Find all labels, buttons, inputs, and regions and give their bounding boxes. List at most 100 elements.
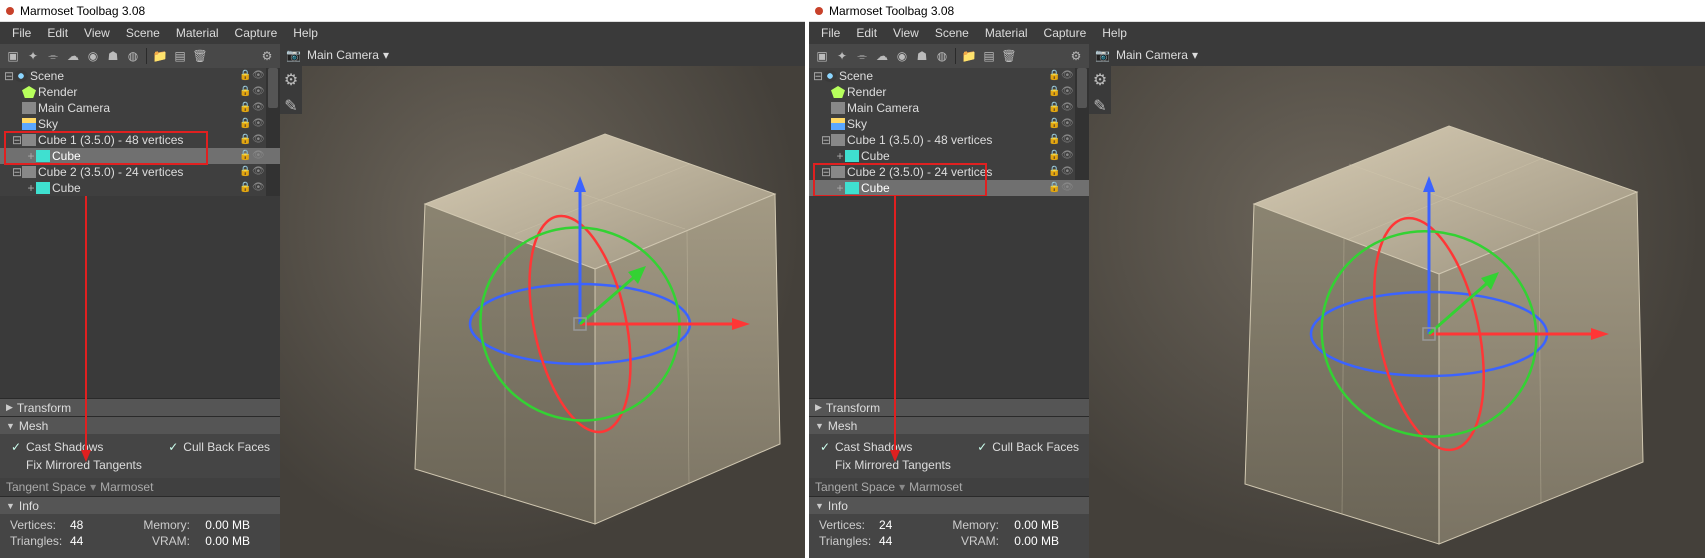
section-transform[interactable]: ▶Transform (809, 398, 1089, 416)
shadow-icon[interactable]: ☗ (913, 47, 931, 65)
node-main-camera[interactable]: Main Camera🔒👁 (809, 100, 1089, 116)
cube-icon[interactable]: ▣ (4, 47, 22, 65)
viewport-camera-icon[interactable]: 📷 (286, 48, 301, 62)
menu-material[interactable]: Material (977, 24, 1036, 42)
menu-capture[interactable]: Capture (1036, 24, 1095, 42)
viewport[interactable]: 📷 Main Camera▾ ⚙ ✎ (1089, 44, 1705, 558)
viewport-header: 📷 Main Camera▾ (1089, 44, 1705, 66)
app-icon (6, 7, 14, 15)
node-main-camera[interactable]: Main Camera🔒👁 (0, 100, 280, 116)
brush-icon[interactable]: ✎ (284, 96, 297, 116)
camera-icon[interactable]: ⌯ (44, 47, 62, 65)
material-icon[interactable]: ◍ (124, 47, 142, 65)
folder-icon[interactable]: 📁 (151, 47, 169, 65)
light-icon[interactable]: ✦ (24, 47, 42, 65)
trash-icon[interactable]: 🗑 (191, 47, 209, 65)
side-panel: ▣ ✦ ⌯ ☁ ◉ ☗ ◍ 📁 ▤ 🗑 ⚙ ⊟Scene🔒👁 Render🔒👁 … (809, 44, 1089, 558)
chk-fix-mirrored[interactable]: Fix Mirrored Tangents (819, 456, 1079, 474)
section-mesh[interactable]: ▼Mesh (809, 416, 1089, 434)
trash-icon[interactable]: 🗑 (1000, 47, 1018, 65)
node-render[interactable]: Render🔒👁 (809, 84, 1089, 100)
folder-icon[interactable]: 📁 (960, 47, 978, 65)
titlebar: Marmoset Toolbag 3.08 (809, 0, 1705, 22)
properties-panel: ▶Transform ▼Mesh ✓Cast Shadows✓Cull Back… (0, 398, 280, 558)
turntable-icon[interactable]: ◉ (84, 47, 102, 65)
info-grid: Vertices:48 Memory:0.00 MB Triangles:44 … (0, 514, 280, 558)
transform-gizmo[interactable] (460, 164, 760, 504)
brush-icon[interactable]: ✎ (1093, 96, 1106, 116)
node-sky[interactable]: Sky🔒👁 (809, 116, 1089, 132)
node-cube1[interactable]: ⊟Cube 1 (3.5.0) - 48 vertices🔒👁 (0, 132, 280, 148)
node-cube2-child[interactable]: +Cube🔒👁 (809, 180, 1089, 196)
gear-icon[interactable]: ⚙ (284, 70, 298, 90)
material-icon[interactable]: ◍ (933, 47, 951, 65)
scene-hierarchy[interactable]: ⊟Scene🔒👁 Render🔒👁 Main Camera🔒👁 Sky🔒👁 ⊟C… (809, 68, 1089, 196)
section-transform[interactable]: ▶Transform (0, 398, 280, 416)
menu-edit[interactable]: Edit (39, 24, 76, 42)
menu-help[interactable]: Help (285, 24, 326, 42)
tangent-space-row[interactable]: Tangent Space▾Marmoset (809, 478, 1089, 496)
info-vertices: 48 (70, 518, 110, 532)
app-icon (815, 7, 823, 15)
save-icon[interactable]: ▤ (980, 47, 998, 65)
toolbar-separator (955, 48, 956, 64)
menu-view[interactable]: View (76, 24, 118, 42)
app-window-left: Marmoset Toolbag 3.08 File Edit View Sce… (0, 0, 805, 558)
viewport-camera-dropdown[interactable]: Main Camera▾ (1116, 48, 1198, 62)
transform-gizmo[interactable] (1299, 164, 1619, 524)
gear-icon[interactable]: ⚙ (1067, 47, 1085, 65)
app-title: Marmoset Toolbag 3.08 (829, 4, 954, 18)
menu-file[interactable]: File (4, 24, 39, 42)
node-cube1-child[interactable]: +Cube🔒👁 (809, 148, 1089, 164)
menu-capture[interactable]: Capture (227, 24, 286, 42)
viewport-camera-dropdown[interactable]: Main Camera▾ (307, 48, 389, 62)
node-cube1[interactable]: ⊟Cube 1 (3.5.0) - 48 vertices🔒👁 (809, 132, 1089, 148)
chk-cast-shadows[interactable]: ✓Cast Shadows✓Cull Back Faces (819, 438, 1079, 456)
menu-scene[interactable]: Scene (927, 24, 977, 42)
camera-icon[interactable]: ⌯ (853, 47, 871, 65)
tangent-space-row[interactable]: Tangent Space▾Marmoset (0, 478, 280, 496)
viewport-header: 📷 Main Camera▾ (280, 44, 805, 66)
shadow-icon[interactable]: ☗ (104, 47, 122, 65)
node-cube2[interactable]: ⊟Cube 2 (3.5.0) - 24 vertices🔒👁 (0, 164, 280, 180)
chk-fix-mirrored[interactable]: Fix Mirrored Tangents (10, 456, 270, 474)
menubar: File Edit View Scene Material Capture He… (0, 22, 805, 44)
scene-hierarchy[interactable]: ⊟Scene🔒👁 Render🔒👁 Main Camera🔒👁 Sky🔒👁 ⊟C… (0, 68, 280, 196)
fog-icon[interactable]: ☁ (873, 47, 891, 65)
app-title: Marmoset Toolbag 3.08 (20, 4, 145, 18)
viewport-side-tools: ⚙ ✎ (280, 66, 302, 114)
menu-scene[interactable]: Scene (118, 24, 168, 42)
cube-icon[interactable]: ▣ (813, 47, 831, 65)
section-mesh[interactable]: ▼Mesh (0, 416, 280, 434)
node-cube2[interactable]: ⊟Cube 2 (3.5.0) - 24 vertices🔒👁 (809, 164, 1089, 180)
viewport[interactable]: 📷 Main Camera▾ ⚙ ✎ (280, 44, 805, 558)
menu-material[interactable]: Material (168, 24, 227, 42)
node-cube1-child[interactable]: +Cube🔒👁 (0, 148, 280, 164)
menu-file[interactable]: File (813, 24, 848, 42)
section-info[interactable]: ▼Info (0, 496, 280, 514)
toolbar-separator (146, 48, 147, 64)
node-cube2-child[interactable]: +Cube🔒👁 (0, 180, 280, 196)
node-scene[interactable]: ⊟Scene🔒👁 (809, 68, 1089, 84)
node-sky[interactable]: Sky🔒👁 (0, 116, 280, 132)
menu-view[interactable]: View (885, 24, 927, 42)
viewport-side-tools: ⚙ ✎ (1089, 66, 1111, 114)
node-render[interactable]: Render🔒👁 (0, 84, 280, 100)
info-vertices: 24 (879, 518, 919, 532)
chk-cast-shadows[interactable]: ✓Cast Shadows✓Cull Back Faces (10, 438, 270, 456)
turntable-icon[interactable]: ◉ (893, 47, 911, 65)
save-icon[interactable]: ▤ (171, 47, 189, 65)
node-scene[interactable]: ⊟Scene🔒👁 (0, 68, 280, 84)
titlebar: Marmoset Toolbag 3.08 (0, 0, 805, 22)
section-info[interactable]: ▼Info (809, 496, 1089, 514)
fog-icon[interactable]: ☁ (64, 47, 82, 65)
menu-help[interactable]: Help (1094, 24, 1135, 42)
info-grid: Vertices:24 Memory:0.00 MB Triangles:44 … (809, 514, 1089, 558)
gear-icon[interactable]: ⚙ (1093, 70, 1107, 90)
gear-icon[interactable]: ⚙ (258, 47, 276, 65)
properties-spacer (809, 196, 1089, 398)
menu-edit[interactable]: Edit (848, 24, 885, 42)
light-icon[interactable]: ✦ (833, 47, 851, 65)
app-window-right: Marmoset Toolbag 3.08 File Edit View Sce… (809, 0, 1705, 558)
viewport-camera-icon[interactable]: 📷 (1095, 48, 1110, 62)
